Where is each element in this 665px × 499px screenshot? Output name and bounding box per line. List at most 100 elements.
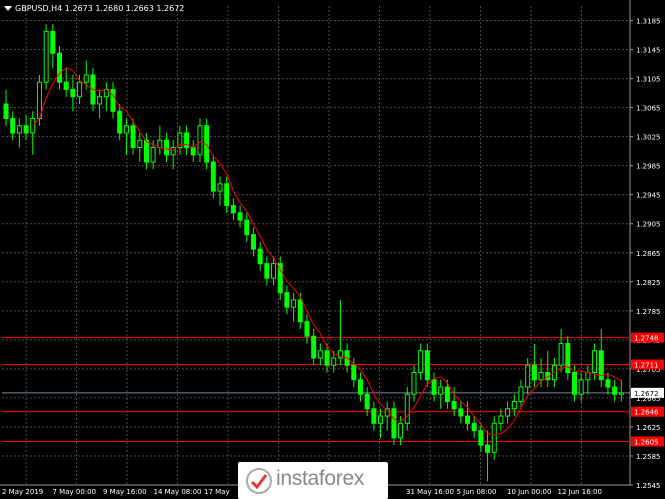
- candle-body: [224, 183, 230, 207]
- candle-body: [150, 147, 156, 163]
- candle-body: [464, 415, 470, 424]
- candle-body: [123, 125, 129, 134]
- candle-body: [190, 147, 196, 156]
- candle-body: [137, 139, 143, 149]
- candle-body: [498, 415, 504, 424]
- candle-body: [3, 103, 9, 119]
- candle-body: [485, 444, 491, 453]
- candle-body: [558, 342, 564, 366]
- x-tick-label: 2 May 2019: [2, 488, 43, 496]
- candle-body: [531, 364, 537, 381]
- candle-body: [217, 183, 223, 192]
- candle-body: [571, 372, 577, 395]
- candle-body: [411, 372, 417, 395]
- chart-menu-triangle-icon[interactable]: [4, 6, 12, 11]
- candle-body: [364, 393, 370, 410]
- candle-body: [117, 110, 123, 134]
- chart-title: GBPUSD,H4 1.2673 1.2680 1.2663 1.2672: [4, 4, 184, 13]
- candle-body: [143, 139, 149, 163]
- candle-body: [297, 299, 303, 323]
- candle-body: [237, 212, 243, 221]
- candle-body: [424, 350, 430, 381]
- candle-body: [592, 350, 598, 374]
- candle-body: [70, 88, 76, 98]
- candle-body: [578, 379, 584, 395]
- candle-body: [331, 357, 337, 366]
- x-tick-label: 5 Jun 08:00: [457, 488, 497, 496]
- x-tick-label: 7 May 00:00: [53, 488, 97, 496]
- y-tick-label: 1.2785: [636, 308, 661, 316]
- candle-body: [525, 364, 531, 388]
- y-tick-label: 1.2865: [636, 250, 661, 258]
- candle-body: [83, 74, 89, 83]
- candle-body: [357, 379, 363, 395]
- candle-body: [431, 379, 437, 395]
- candle-body: [271, 263, 277, 279]
- candle-body: [605, 379, 611, 388]
- y-tick-label: 1.2585: [636, 453, 661, 461]
- candle-body: [618, 392, 624, 395]
- candle-body: [291, 299, 297, 308]
- candle-body: [110, 88, 116, 112]
- candle-body: [538, 372, 544, 381]
- candle-body: [317, 350, 323, 359]
- y-tick-label: 1.2545: [636, 482, 661, 490]
- y-tick-label: 1.3025: [636, 134, 661, 142]
- y-tick-label: 1.3105: [636, 76, 661, 84]
- candle-body: [505, 408, 511, 417]
- candle-body: [250, 234, 256, 250]
- candle-body: [210, 161, 216, 192]
- level-price-label: 1.2711: [634, 362, 659, 370]
- y-tick-label: 1.3065: [636, 105, 661, 113]
- candle-body: [77, 81, 83, 98]
- candle-body: [197, 125, 203, 156]
- candle-body: [43, 30, 49, 83]
- candle-body: [23, 125, 29, 134]
- y-tick-label: 1.2905: [636, 221, 661, 229]
- x-tick-label: 10 Jun 00:00: [507, 488, 551, 496]
- candle-body: [50, 30, 56, 54]
- candle-body: [438, 386, 444, 395]
- candle-body: [458, 408, 464, 417]
- candle-body: [511, 401, 517, 410]
- candle-body: [284, 292, 290, 308]
- candle-body: [491, 422, 497, 453]
- watermark-badge: instaforex: [238, 462, 388, 499]
- candle-body: [57, 52, 63, 83]
- candle-body: [451, 401, 457, 410]
- x-tick-label: 14 May 08:00: [154, 488, 202, 496]
- y-tick-label: 1.2625: [636, 424, 661, 432]
- candle-body: [63, 81, 69, 90]
- level-price-label: 1.2748: [634, 335, 659, 343]
- grid: [2, 6, 630, 486]
- candle-body: [518, 386, 524, 403]
- y-tick-label: 1.2985: [636, 163, 661, 171]
- candle-body: [97, 96, 103, 105]
- candle-body: [351, 364, 357, 381]
- chart-window: 1.3185 1.3145 1.3105 1.3065 1.3025 1.2985 1.29…: [0, 0, 665, 499]
- candle-body: [244, 219, 250, 236]
- candle-body: [398, 422, 404, 439]
- x-tick-label: 12 Jun 16:00: [558, 488, 602, 496]
- y-tick-label: 1.2945: [636, 192, 661, 200]
- candle-body: [16, 125, 22, 134]
- candle-body: [371, 408, 377, 424]
- candle-body: [10, 117, 16, 134]
- level-price-label: 1.2605: [634, 438, 659, 446]
- candle-body: [612, 386, 618, 395]
- candle-body: [304, 321, 310, 337]
- y-tick-label: 1.2825: [636, 279, 661, 287]
- candle-body: [471, 422, 477, 432]
- x-tick-label: 31 May 16:00: [406, 488, 454, 496]
- watermark-text: instaforex: [276, 467, 365, 490]
- candle-body: [230, 205, 236, 214]
- instaforex-logo-icon: [246, 468, 272, 494]
- y-tick-label: 1.3145: [636, 47, 661, 55]
- price-chart[interactable]: 1.3185 1.3145 1.3105 1.3065 1.3025 1.2985 1.29…: [0, 0, 665, 499]
- x-tick-label: 17 May: [204, 488, 230, 496]
- candle-body: [585, 372, 591, 381]
- candle-body: [444, 386, 450, 403]
- candle-body: [130, 125, 136, 149]
- candle-body: [324, 350, 330, 366]
- candle-body: [311, 335, 317, 359]
